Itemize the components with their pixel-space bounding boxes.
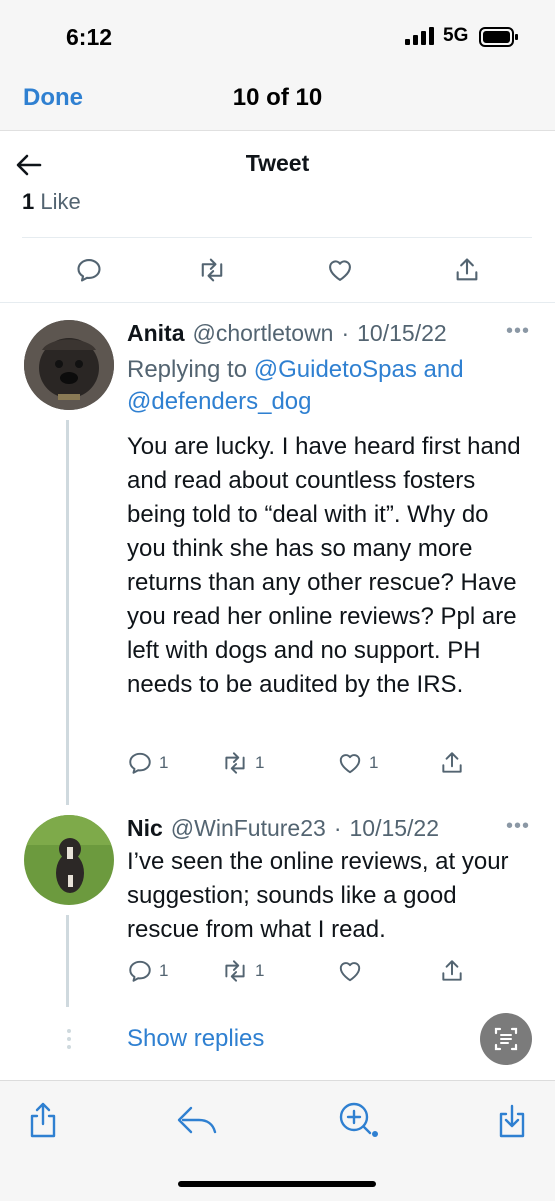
more-icon[interactable]: ••• <box>506 815 530 838</box>
status-time: 6:12 <box>66 24 113 50</box>
share-icon <box>442 752 462 773</box>
retweet-button[interactable]: 1 <box>221 958 264 984</box>
avatar[interactable] <box>24 815 114 905</box>
toolbar-share-icon[interactable] <box>28 1100 58 1140</box>
toolbar-download-icon[interactable] <box>497 1100 527 1140</box>
separator-dot: · <box>333 815 342 841</box>
more-replies-dots-icon <box>67 1029 71 1049</box>
tweet-date: 10/15/22 <box>349 815 440 841</box>
replying-prefix: Replying to <box>127 356 248 383</box>
network-label: 5G <box>443 25 469 46</box>
reply-action-bar: 1 1 1 <box>127 750 467 780</box>
reply-action-bar: 1 1 <box>127 958 467 988</box>
text-scan-button[interactable] <box>480 1013 532 1065</box>
reply-text: You are lucky. I have heard first hand a… <box>127 433 521 698</box>
dog-avatar-image <box>24 815 114 905</box>
reply-count: 1 <box>159 753 169 772</box>
likes-label: Like <box>40 189 81 214</box>
retweet-button[interactable]: 1 <box>221 750 264 776</box>
home-indicator <box>178 1181 376 1187</box>
retweet-count: 1 <box>255 753 265 772</box>
signal-icon <box>405 27 434 45</box>
toolbar-reply-icon[interactable] <box>175 1100 219 1140</box>
share-icon <box>442 960 462 981</box>
reply-icon <box>129 960 151 982</box>
share-button[interactable] <box>439 750 465 776</box>
thread-line <box>66 420 69 805</box>
share-button[interactable] <box>439 958 465 984</box>
tweet-date: 10/15/22 <box>357 320 447 346</box>
retweet-icon[interactable] <box>197 256 227 284</box>
image-counter: 10 of 10 <box>232 84 323 111</box>
user-handle[interactable]: @chortletown <box>193 320 334 347</box>
page-title: Tweet <box>245 150 310 176</box>
divider <box>22 237 532 238</box>
battery-icon <box>479 27 518 47</box>
user-name[interactable]: Nic <box>127 815 163 842</box>
likes-count: 1 <box>22 189 35 214</box>
like-button[interactable]: 1 <box>337 750 378 776</box>
reply-text: I’ve seen the online reviews, at your su… <box>127 848 509 943</box>
retweet-count: 1 <box>255 961 265 980</box>
like-icon[interactable] <box>326 256 354 284</box>
divider <box>0 302 555 303</box>
show-replies-link[interactable]: Show replies <box>127 1025 264 1053</box>
reply-button[interactable]: 1 <box>127 750 168 776</box>
likes-summary[interactable]: 1 Like <box>22 189 81 215</box>
toolbar-zoom-icon[interactable] <box>336 1100 382 1144</box>
reply-icon[interactable] <box>75 256 103 284</box>
share-icon[interactable] <box>453 256 481 284</box>
like-count: 1 <box>369 753 379 772</box>
thread-line <box>66 915 69 1007</box>
reply-header: Nic @WinFuture23 · 10/15/22 <box>127 815 487 845</box>
retweet-icon <box>225 752 245 774</box>
dog-avatar-image <box>24 320 114 410</box>
reply-button[interactable]: 1 <box>127 958 168 984</box>
like-icon <box>339 962 361 982</box>
reply-icon <box>129 752 151 774</box>
avatar[interactable] <box>24 320 114 410</box>
text-scan-icon <box>494 1027 518 1051</box>
retweet-icon <box>225 960 245 982</box>
more-icon[interactable]: ••• <box>506 320 530 343</box>
like-button[interactable] <box>337 958 369 984</box>
reply-count: 1 <box>159 961 169 980</box>
tweet-action-bar <box>0 250 555 294</box>
like-icon <box>339 754 361 774</box>
reply-header: Anita @chortletown · 10/15/22 <box>127 320 457 350</box>
replying-to: Replying to @GuidetoSpas and @defenders_… <box>127 354 527 418</box>
user-handle[interactable]: @WinFuture23 <box>171 815 326 842</box>
user-name[interactable]: Anita <box>127 320 185 347</box>
separator-dot: · <box>341 320 350 346</box>
